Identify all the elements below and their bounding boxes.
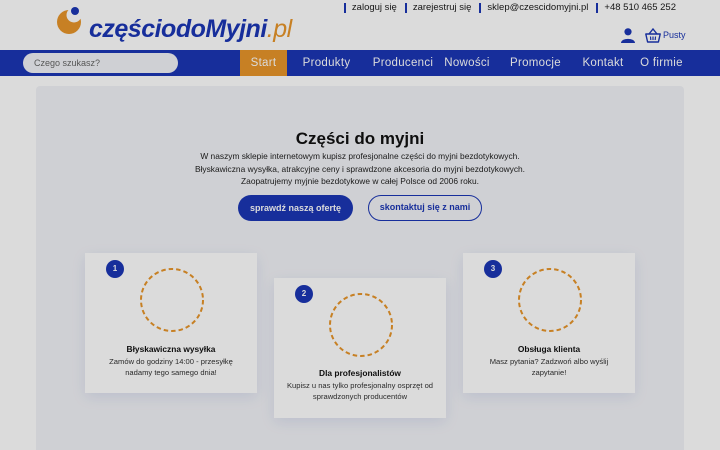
check-offer-button[interactable]: sprawdź naszą ofertę xyxy=(238,195,353,221)
card-text: Zamów do godziny 14:00 - przesyłkę nadam… xyxy=(109,357,233,377)
email-link[interactable]: sklep@czescidomyjni.pl xyxy=(479,3,592,13)
card-number-badge: 3 xyxy=(484,260,502,278)
site-logo[interactable]: częściodoMyjni.pl xyxy=(56,5,296,45)
card-text: Kupisz u nas tylko profesjonalny osprzęt… xyxy=(286,381,434,401)
register-link[interactable]: zarejestruj się xyxy=(404,3,476,13)
nav-contact[interactable]: Kontakt xyxy=(575,50,631,76)
card-title: Obsługa klienta xyxy=(517,344,581,354)
phone-link[interactable]: +48 510 465 252 xyxy=(596,3,680,13)
card-title: Błyskawiczna wysyłka xyxy=(126,344,216,354)
feature-card-shipping: 1 Błyskawiczna wysyłka Zamów do godziny … xyxy=(85,253,257,393)
logo-tld: .pl xyxy=(266,15,292,43)
card-number-badge: 1 xyxy=(106,260,124,278)
basket-icon[interactable] xyxy=(645,28,661,43)
nav-news[interactable]: Nowości xyxy=(441,50,493,76)
login-link[interactable]: zaloguj się xyxy=(343,3,401,13)
nav-promotions[interactable]: Promocje xyxy=(505,50,566,76)
user-icon[interactable] xyxy=(620,27,636,43)
hero-description: W naszym sklepie internetowym kupisz pro… xyxy=(194,151,526,186)
card-title: Dla profesjonalistów xyxy=(319,368,401,378)
card-number-badge: 2 xyxy=(295,285,313,303)
top-links: zaloguj się zarejestruj się sklep@czesci… xyxy=(343,3,680,13)
main-nav: Start Produkty Producenci Nowości Promoc… xyxy=(0,50,720,76)
feature-card-professionals: 2 Dla profesjonalistów Kupisz u nas tylk… xyxy=(274,278,446,418)
header-top: częściodoMyjni.pl zaloguj się zarejestru… xyxy=(0,0,720,50)
nav-about[interactable]: O firmie xyxy=(638,50,685,76)
contact-us-button[interactable]: skontaktuj się z nami xyxy=(368,195,482,221)
logo-mark-icon xyxy=(57,7,82,34)
dashed-ring-icon xyxy=(140,268,204,332)
logo-wordmark: częściodoMyjni.pl xyxy=(89,15,292,44)
nav-products[interactable]: Produkty xyxy=(296,50,357,76)
card-text: Masz pytania? Zadzwoń albo wyślij zapyta… xyxy=(489,357,609,377)
search-input[interactable] xyxy=(23,53,178,73)
feature-card-support: 3 Obsługa klienta Masz pytania? Zadzwoń … xyxy=(463,253,635,393)
page-title: Części do myjni xyxy=(295,129,425,148)
nav-producers[interactable]: Producenci xyxy=(368,50,438,76)
dashed-ring-icon xyxy=(329,293,393,357)
cart-status[interactable]: Pusty xyxy=(663,30,686,40)
logo-name: częściodoMyjni xyxy=(89,15,267,43)
dashed-ring-icon xyxy=(518,268,582,332)
nav-start[interactable]: Start xyxy=(240,50,287,76)
